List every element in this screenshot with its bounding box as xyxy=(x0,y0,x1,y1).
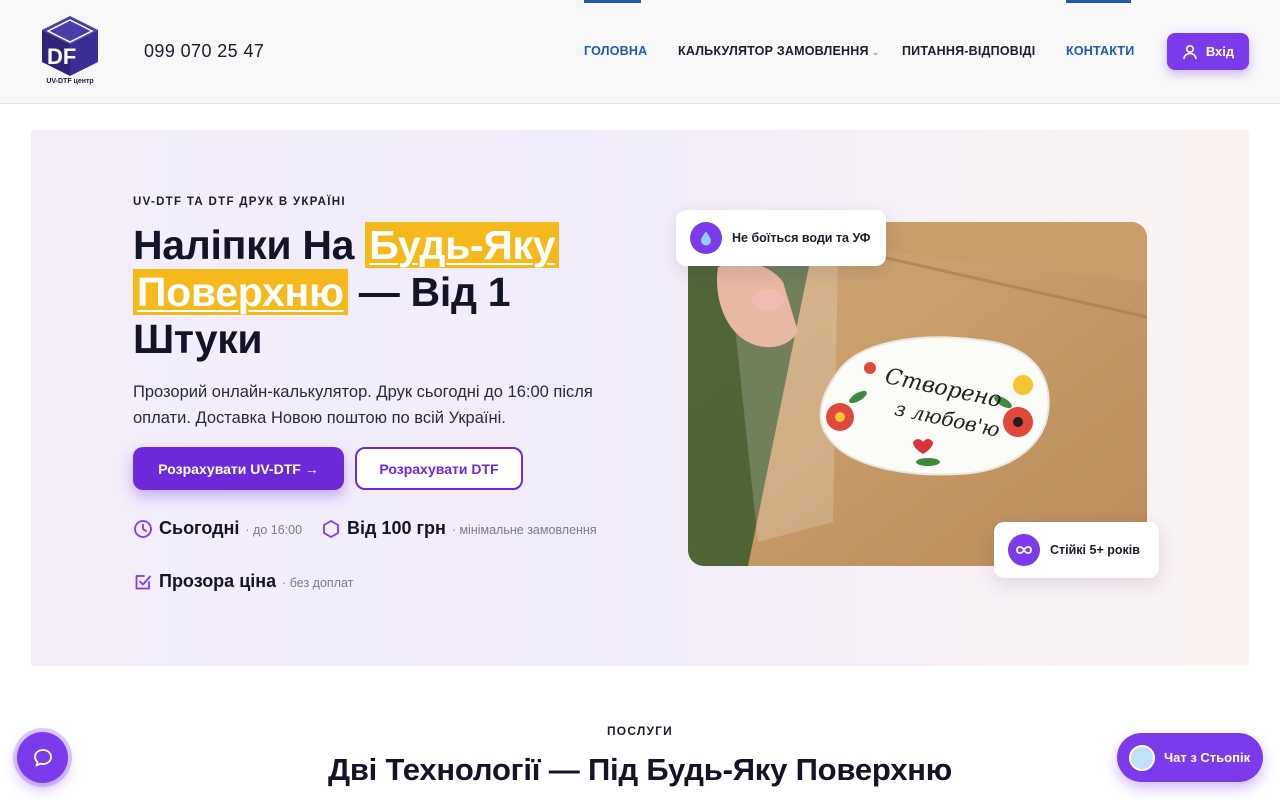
badge-durable: Стійкі 5+ років xyxy=(994,522,1159,578)
nav-item-contacts[interactable]: КОНТАКТИ xyxy=(1066,44,1134,58)
assistant-chat-label: Чат з Стьопік xyxy=(1164,750,1251,765)
sticker-box-illustration: Створено з любов'ю xyxy=(688,222,1147,566)
hexagon-icon xyxy=(323,519,339,538)
badge-text: Стійкі 5+ років xyxy=(1050,543,1140,557)
feature-today: Сьогодні · до 16:00 xyxy=(133,518,302,539)
calculate-uv-dtf-button[interactable]: Розрахувати UV-DTF → xyxy=(133,447,344,490)
feature-title: Сьогодні xyxy=(159,518,240,538)
chat-bubble-icon xyxy=(33,748,52,766)
services-label: ПОСЛУГИ xyxy=(606,724,674,738)
nav-active-indicator-home xyxy=(584,0,641,3)
feature-subtitle: · без доплат xyxy=(282,576,354,590)
chevron-down-icon: ⌄ xyxy=(871,47,880,57)
logo[interactable]: DF UV-DTF центр xyxy=(38,14,102,88)
clock-icon xyxy=(134,519,152,538)
hero-description: Прозорий онлайн-калькулятор. Друк сьогод… xyxy=(133,383,593,427)
feature-subtitle: · до 16:00 xyxy=(245,523,303,537)
site-header: DF UV-DTF центр 099 070 25 47 ГОЛОВНА КА… xyxy=(0,0,1280,104)
feature-title: Прозора ціна xyxy=(159,571,277,591)
feature-subtitle: · мінімальне замовлення xyxy=(451,523,597,537)
phone-number[interactable]: 099 070 25 47 xyxy=(144,41,264,62)
hero-photo: Створено з любов'ю xyxy=(688,222,1147,566)
feature-min-order: Від 100 грн · мінімальне замовлення xyxy=(321,518,597,539)
badge-text: Не боїться води та УФ xyxy=(732,231,871,245)
chat-button[interactable] xyxy=(17,732,68,783)
user-icon xyxy=(1183,44,1197,59)
headline-highlight-1: Будь-Яку xyxy=(365,222,560,268)
nav-item-calculator-label: КАЛЬКУЛЯТОР ЗАМОВЛЕННЯ xyxy=(678,44,869,58)
avatar xyxy=(1129,744,1155,771)
nav-item-home[interactable]: ГОЛОВНА xyxy=(584,44,647,58)
login-label: Вхід xyxy=(1205,44,1235,59)
badge-icon-wrap xyxy=(1008,534,1040,566)
nav-item-calculator[interactable]: КАЛЬКУЛЯТОР ЗАМОВЛЕННЯ ⌄ xyxy=(678,44,879,58)
hero-eyebrow: UV-DTF ТА DTF ДРУК В УКРАЇНІ xyxy=(133,196,346,208)
water-drop-icon xyxy=(701,231,711,246)
headline-highlight-2: Поверхню xyxy=(133,269,348,315)
hero-headline: Наліпки На Будь-Яку Поверхню — Від 1 Шту… xyxy=(133,222,593,363)
nav-item-faq[interactable]: ПИТАННЯ-ВІДПОВІДІ xyxy=(902,44,1035,58)
assistant-chat-button[interactable]: Чат з Стьопік xyxy=(1117,733,1263,782)
badge-water-uv: Не боїться води та УФ xyxy=(676,210,886,266)
badge-icon-wrap xyxy=(690,222,722,254)
feature-transparent-price: Прозора ціна · без доплат xyxy=(133,571,353,592)
infinity-icon xyxy=(1016,546,1032,554)
headline-part-1: Наліпки На xyxy=(133,222,366,268)
logo-letters: DF xyxy=(47,44,76,69)
login-button[interactable]: Вхід xyxy=(1167,33,1249,70)
calculate-dtf-button[interactable]: Розрахувати DTF xyxy=(355,447,523,490)
logo-cube-icon: DF xyxy=(42,16,98,76)
nav-active-indicator-contacts xyxy=(1066,0,1131,3)
services-title: Дві Технології — Під Будь-Яку Поверхню xyxy=(327,752,953,787)
checkbox-icon xyxy=(135,574,151,589)
feature-title: Від 100 грн xyxy=(347,518,446,538)
logo-caption: UV-DTF центр xyxy=(46,78,94,85)
